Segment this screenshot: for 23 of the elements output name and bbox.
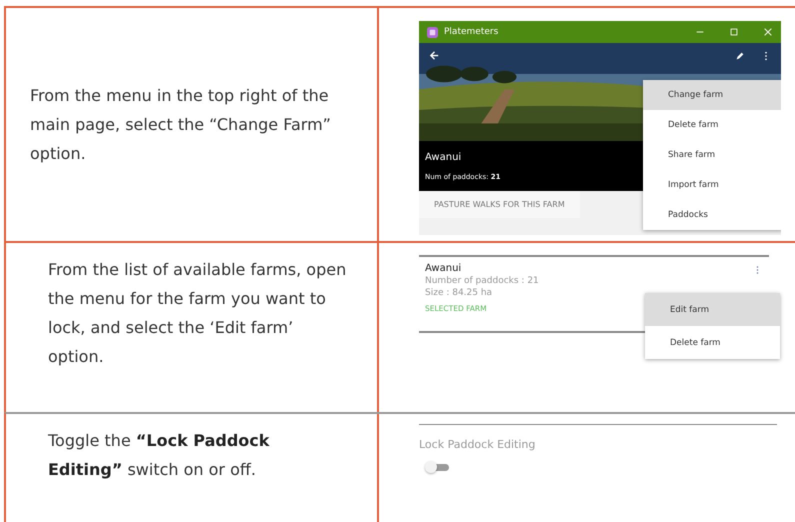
instruction-text: Toggle the “Lock Paddock Editing” switch on or off. [48, 430, 270, 481]
pencil-icon[interactable] [735, 51, 745, 61]
farm-detail: Number of paddocks : 21 [425, 276, 539, 286]
back-arrow-icon[interactable] [429, 50, 440, 61]
menu-item[interactable]: Share farm [643, 140, 781, 170]
menu-item[interactable]: Change farm [643, 80, 781, 110]
toggle-switch[interactable] [425, 461, 451, 473]
menu-item[interactable]: Edit farm [645, 293, 780, 326]
menu-item[interactable]: Delete farm [643, 110, 781, 140]
section-header: PASTURE WALKS FOR THIS FARM [419, 191, 580, 218]
window-title: Platemeters [444, 27, 500, 37]
app-icon [427, 26, 438, 38]
close-icon[interactable] [763, 27, 773, 37]
farm-name: Awanui [425, 152, 462, 162]
setting-label: Lock Paddock Editing [419, 438, 536, 451]
more-icon[interactable] [764, 51, 768, 61]
farm-name: Awanui [425, 263, 462, 274]
maximize-icon[interactable] [729, 27, 739, 37]
instruction-text: From the menu in the top right of the main page, select the “Change Farm” option. [30, 85, 332, 165]
menu-item[interactable]: Paddocks [643, 200, 781, 230]
instruction-text: From the list of available farms, open the menu for the farm you want to lock, and select the ‘Edit farm’ option. [48, 259, 348, 368]
farm-detail: Size : 84.25 ha [425, 288, 492, 298]
menu-item[interactable]: Import farm [643, 170, 781, 200]
